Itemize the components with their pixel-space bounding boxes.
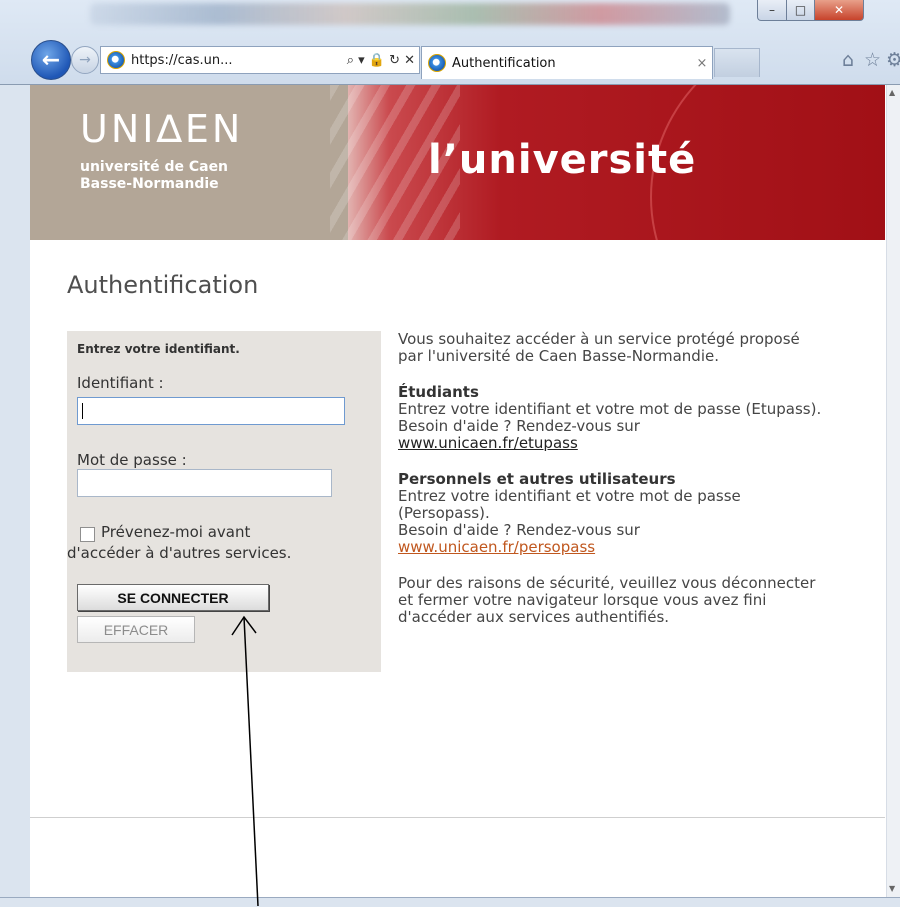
password-label: Mot de passe : [77,451,187,469]
students-text: Entrez votre identifiant et votre mot de… [398,400,822,418]
login-form: Entrez votre identifiant. Identifiant : … [67,331,381,672]
students-section: Étudiants Entrez votre identifiant et vo… [398,384,828,452]
staff-text: Entrez votre identifiant et votre mot de… [398,487,741,522]
students-heading: Étudiants [398,383,479,401]
info-panel: Vous souhaitez accéder à un service prot… [398,331,828,645]
logo-wordmark: UNI∆EN [80,107,244,151]
ie-favicon-icon [107,51,125,69]
remember-warn-checkbox[interactable] [80,527,95,542]
connect-button[interactable]: SE CONNECTER [77,584,269,611]
username-input[interactable] [77,397,345,425]
text-caret [82,403,83,419]
staff-heading: Personnels et autres utilisateurs [398,470,676,488]
ie-tab-icon [428,54,446,72]
new-tab-button[interactable] [714,48,760,77]
staff-section: Personnels et autres utilisateurs Entrez… [398,471,828,556]
favorites-star-icon[interactable]: ☆ [864,49,881,71]
address-url[interactable]: https://cas.un... [131,53,343,68]
vertical-scrollbar[interactable]: ▲ ▼ [886,85,900,897]
tab-close-icon[interactable]: × [692,56,712,71]
remember-warn-label-line1[interactable]: Prévenez-moi avant [101,523,250,541]
clear-button[interactable]: EFFACER [77,616,195,643]
back-arrow-icon: ← [41,47,61,73]
intro-text: Vous souhaitez accéder à un service prot… [398,330,800,365]
close-window-button[interactable]: ✕ [814,0,864,21]
footer-divider [30,817,885,818]
security-note: Pour des raisons de sécurité, veuillez v… [398,574,816,626]
page-title: Authentification [67,271,259,299]
scroll-up-icon[interactable]: ▲ [889,88,895,97]
remember-warn-label-line2[interactable]: d'accéder à d'autres services. [67,544,291,562]
password-input[interactable] [77,469,332,497]
students-help: Besoin d'aide ? Rendez-vous sur [398,417,640,435]
logo-university-name: université de Caen [80,159,229,175]
minimize-button[interactable]: – [757,0,787,21]
staff-help: Besoin d'aide ? Rendez-vous sur [398,521,640,539]
login-hint: Entrez votre identifiant. [77,342,240,356]
gear-icon[interactable]: ⚙ [886,49,900,71]
address-bar[interactable]: https://cas.un... ⌕ ▾ 🔒 ↻ ✕ [100,46,420,74]
scroll-down-icon[interactable]: ▼ [889,884,895,893]
tab-title: Authentification [452,55,556,71]
maximize-button[interactable]: □ [786,0,815,21]
banner-title: l’université [428,137,697,183]
minimize-icon: – [769,3,775,17]
persopass-link[interactable]: www.unicaen.fr/persopass [398,538,595,556]
home-icon[interactable]: ⌂ [842,49,854,71]
address-controls[interactable]: ⌕ ▾ 🔒 ↻ ✕ [347,53,415,68]
username-label: Identifiant : [77,374,164,392]
unicaen-logo[interactable]: UNI∆EN université de Caen Basse-Normandi… [80,107,243,193]
site-banner: UNI∆EN université de Caen Basse-Normandi… [30,85,885,240]
forward-button[interactable]: → [71,46,99,74]
window-left-frame [0,85,31,897]
forward-arrow-icon: → [79,52,91,68]
page-viewport: UNI∆EN université de Caen Basse-Normandi… [30,85,885,897]
blurred-title-bar [90,3,730,25]
logo-region-name: Basse-Normandie [80,176,219,192]
browser-chrome: – □ ✕ ← → https://cas.un... ⌕ ▾ 🔒 ↻ ✕ Au… [0,0,900,85]
tab-authentification[interactable]: Authentification × [421,46,713,79]
maximize-icon: □ [794,3,807,17]
close-icon: ✕ [833,3,845,17]
etupass-link[interactable]: www.unicaen.fr/etupass [398,434,578,452]
back-button[interactable]: ← [31,40,71,80]
